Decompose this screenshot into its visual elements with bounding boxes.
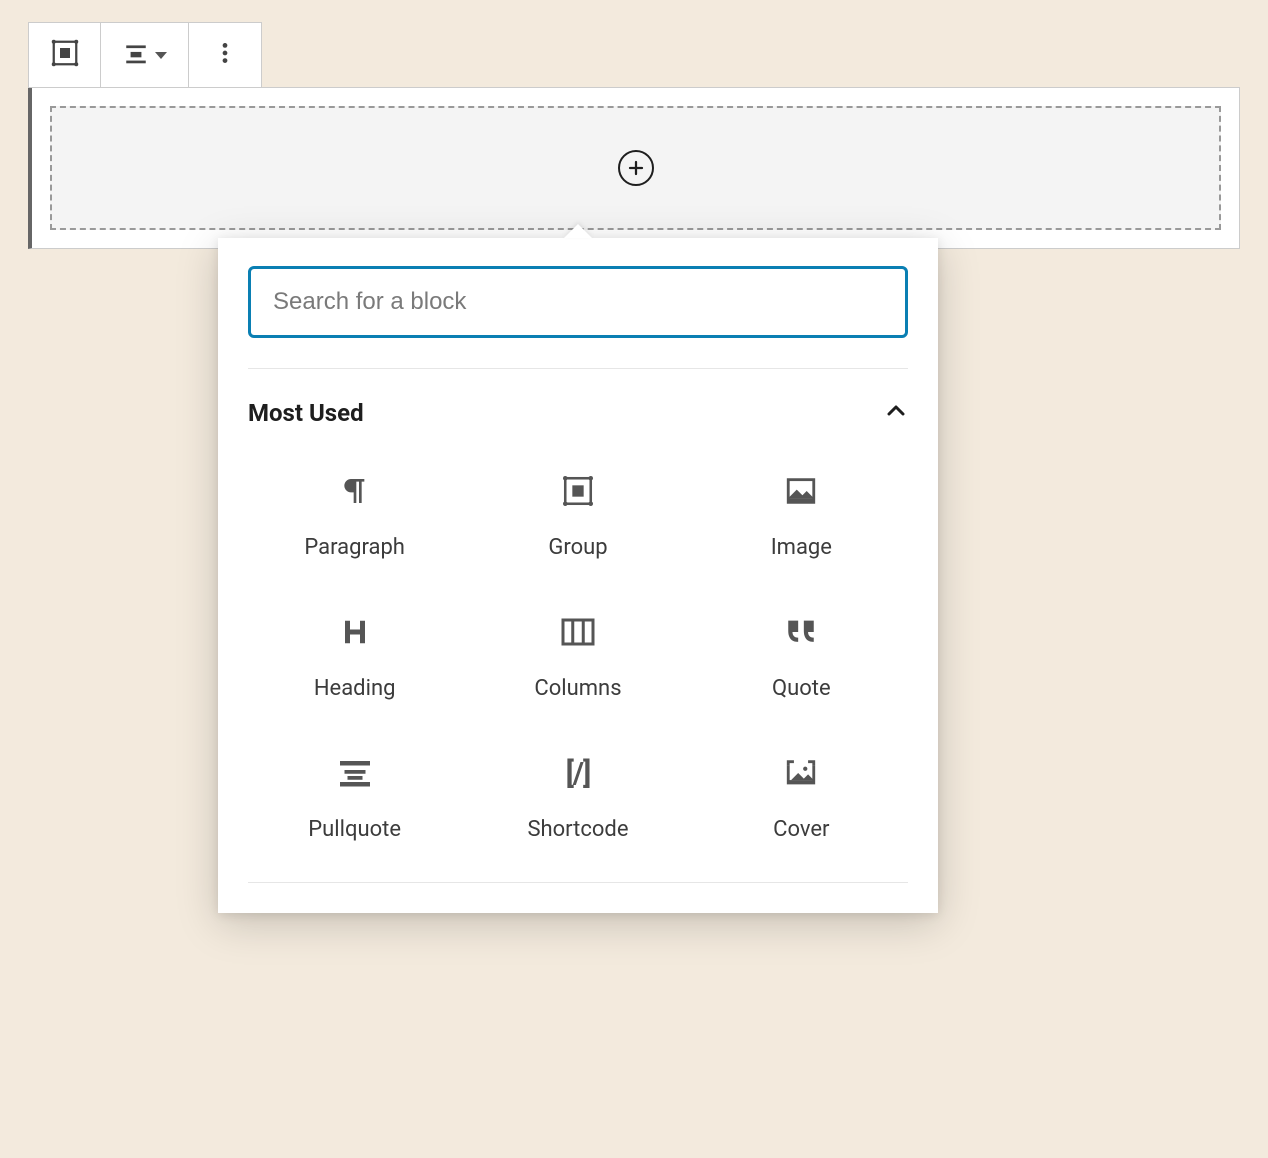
cover-icon bbox=[783, 755, 819, 791]
block-label: Group bbox=[548, 535, 607, 560]
block-appender[interactable] bbox=[50, 106, 1221, 230]
block-inserter-popover: Most Used Paragraph bbox=[218, 238, 938, 913]
paragraph-icon bbox=[337, 473, 373, 509]
block-item-columns[interactable]: Columns bbox=[471, 614, 684, 701]
block-item-shortcode[interactable]: [/] Shortcode bbox=[471, 755, 684, 842]
block-toolbar bbox=[28, 22, 262, 88]
chevron-down-icon bbox=[155, 52, 167, 59]
block-item-cover[interactable]: Cover bbox=[695, 755, 908, 842]
heading-icon bbox=[337, 614, 373, 650]
quote-icon bbox=[783, 614, 819, 650]
block-item-pullquote[interactable]: Pullquote bbox=[248, 755, 461, 842]
block-item-quote[interactable]: Quote bbox=[695, 614, 908, 701]
block-type-button[interactable] bbox=[29, 23, 101, 87]
block-label: Pullquote bbox=[308, 817, 401, 842]
search-input[interactable] bbox=[248, 266, 908, 338]
more-icon bbox=[212, 40, 238, 70]
plus-icon bbox=[618, 150, 654, 186]
more-options-button[interactable] bbox=[189, 23, 261, 87]
pullquote-icon bbox=[337, 755, 373, 791]
align-icon bbox=[123, 40, 149, 70]
block-item-heading[interactable]: Heading bbox=[248, 614, 461, 701]
shortcode-icon: [/] bbox=[560, 755, 596, 791]
group-icon bbox=[50, 38, 80, 72]
image-icon bbox=[783, 473, 819, 509]
block-label: Shortcode bbox=[527, 817, 628, 842]
group-icon bbox=[560, 473, 596, 509]
alignment-button[interactable] bbox=[101, 23, 189, 87]
block-label: Paragraph bbox=[304, 535, 405, 560]
divider bbox=[248, 882, 908, 883]
block-label: Image bbox=[771, 535, 832, 560]
columns-icon bbox=[560, 614, 596, 650]
block-label: Cover bbox=[773, 817, 829, 842]
block-label: Quote bbox=[772, 676, 831, 701]
block-label: Columns bbox=[534, 676, 621, 701]
block-grid: Paragraph Group Image bbox=[248, 451, 908, 882]
block-label: Heading bbox=[314, 676, 396, 701]
section-title: Most Used bbox=[248, 399, 364, 427]
group-block bbox=[28, 87, 1240, 249]
chevron-up-icon bbox=[884, 399, 908, 427]
most-used-section-header[interactable]: Most Used bbox=[248, 369, 908, 451]
block-item-group[interactable]: Group bbox=[471, 473, 684, 560]
block-item-image[interactable]: Image bbox=[695, 473, 908, 560]
block-item-paragraph[interactable]: Paragraph bbox=[248, 473, 461, 560]
